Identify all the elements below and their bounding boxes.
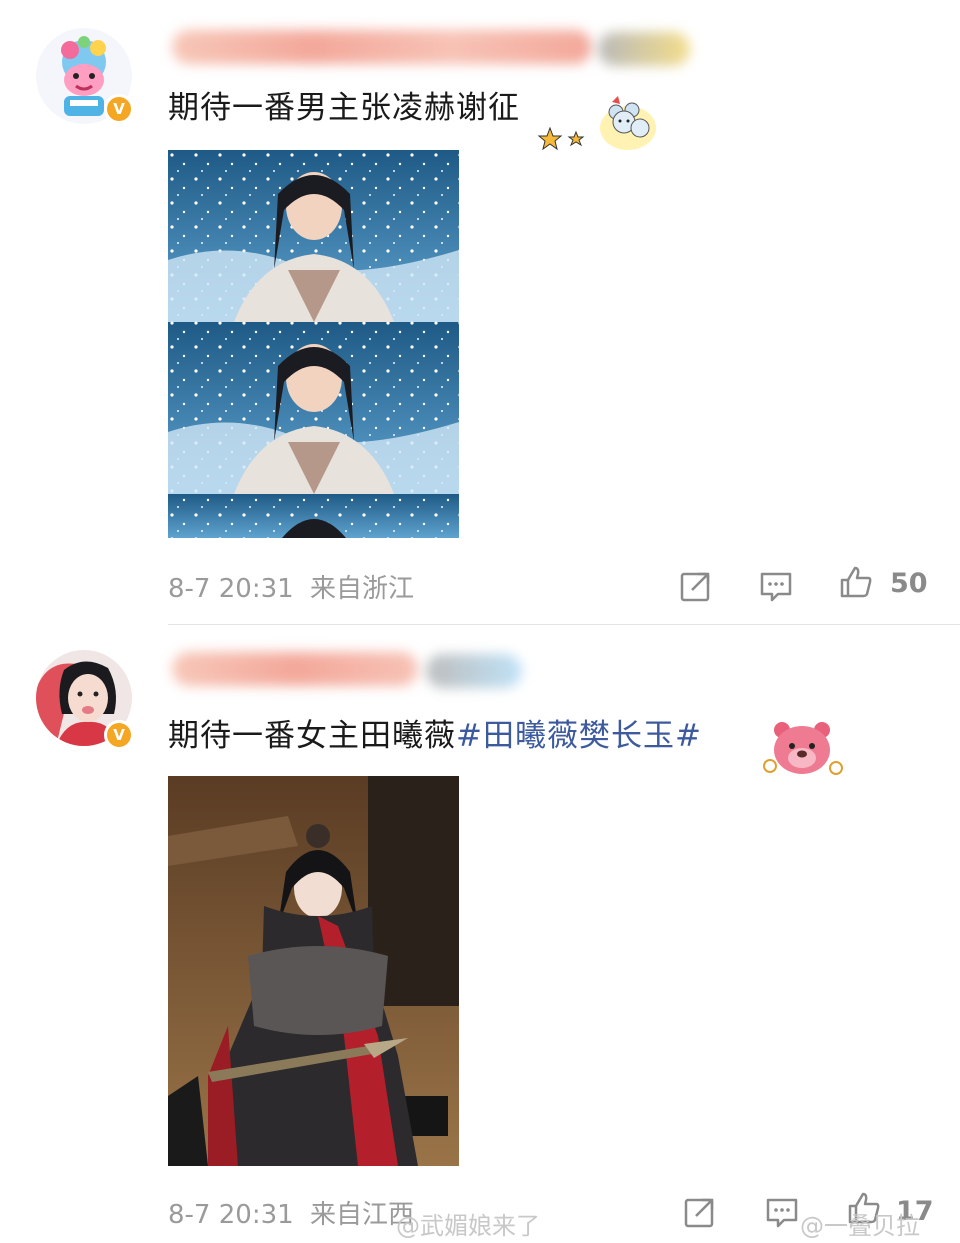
strawberry-bear-sticker: [760, 718, 846, 778]
user-level-badge: [426, 654, 522, 688]
mice-sticker: [536, 94, 658, 154]
verified-badge-icon: V: [104, 720, 134, 750]
comment-text: 期待一番女主田曦薇#田曦薇樊长玉#: [168, 718, 702, 754]
divider: [168, 624, 960, 625]
post-date: 8-7 20:31: [168, 1200, 294, 1230]
verified-badge-icon: V: [104, 94, 134, 124]
post-image[interactable]: [168, 776, 459, 1166]
post-meta: 8-7 20:31 来自浙江: [168, 568, 422, 605]
user-level-badge: [598, 32, 690, 66]
comment-item: V 期待一番女主田曦薇#田曦薇樊长玉# 8-7 20:31 来自江西 17: [0, 626, 960, 1243]
comment-item: V 期待一番男主张凌赫谢征 8-7 20:31 来自浙江 50: [0, 0, 960, 626]
post-date: 8-7 20:31: [168, 574, 294, 604]
like-count: 50: [890, 568, 928, 599]
post-meta: 8-7 20:31 来自江西: [168, 1194, 422, 1231]
post-location: 来自浙江: [309, 574, 414, 604]
comment-icon[interactable]: [756, 566, 796, 606]
hashtag-link[interactable]: #田曦薇樊长玉#: [456, 718, 702, 754]
repost-icon[interactable]: [680, 1192, 720, 1232]
comment-text: 期待一番男主张凌赫谢征: [168, 90, 520, 126]
comment-icon[interactable]: [762, 1192, 802, 1232]
watermark-left: @武媚娘来了: [396, 1212, 540, 1240]
repost-icon[interactable]: [676, 566, 716, 606]
like-icon[interactable]: [836, 562, 876, 602]
post-image[interactable]: [168, 150, 459, 538]
watermark-right: @一叠贝拉: [800, 1212, 920, 1240]
username-blurred[interactable]: [172, 652, 418, 686]
username-blurred[interactable]: [172, 30, 592, 64]
